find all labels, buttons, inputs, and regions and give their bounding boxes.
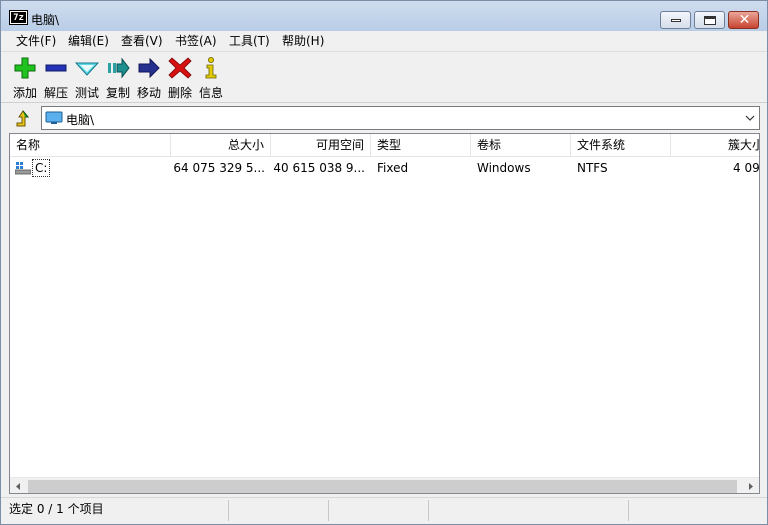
- scroll-left-icon[interactable]: [10, 478, 27, 494]
- menu-help[interactable]: 帮助(H): [280, 33, 326, 50]
- status-bar: 选定 0 / 1 个项目: [1, 497, 767, 524]
- extract-icon: [45, 64, 67, 72]
- cell-cluster-size: 4 09: [733, 161, 760, 175]
- column-header-total-size[interactable]: 总大小: [171, 134, 271, 157]
- menu-file[interactable]: 文件(F): [14, 33, 58, 50]
- cell-name: C:: [10, 158, 171, 179]
- menu-view[interactable]: 查看(V): [119, 33, 165, 50]
- address-row: 电脑\: [1, 105, 767, 131]
- menu-bookmarks[interactable]: 书签(A): [173, 33, 219, 50]
- test-icon: [75, 62, 99, 76]
- delete-icon: [168, 57, 192, 79]
- status-panel-3: [329, 500, 429, 521]
- toolbar: 添加 解压 测试 复制 移动 删除 信息: [1, 53, 767, 103]
- delete-button[interactable]: 删除: [165, 56, 195, 100]
- column-header-free-space[interactable]: 可用空间: [271, 134, 371, 157]
- close-button[interactable]: ✕: [728, 11, 759, 29]
- maximize-button[interactable]: [694, 11, 725, 29]
- status-panel-2: [229, 500, 329, 521]
- copy-icon: [108, 57, 130, 79]
- extract-label: 解压: [43, 86, 68, 100]
- move-label: 移动: [136, 86, 161, 100]
- list-header: 名称 总大小 可用空间 类型 卷标 文件系统 簇大小: [10, 134, 759, 157]
- address-path: 电脑\: [66, 113, 95, 127]
- status-selection: 选定 0 / 1 个项目: [1, 500, 229, 521]
- column-header-label[interactable]: 卷标: [471, 134, 571, 157]
- maximize-icon: [704, 16, 716, 25]
- cell-filesystem: NTFS: [577, 161, 608, 175]
- main-window: 7z 电脑\ ✕ 文件(F) 编辑(E) 查看(V) 书签(A) 工具(T) 帮…: [0, 0, 768, 525]
- file-list[interactable]: 名称 总大小 可用空间 类型 卷标 文件系统 簇大小 C: 64 075 329…: [9, 133, 760, 494]
- extract-button[interactable]: 解压: [41, 56, 71, 100]
- computer-icon: [45, 111, 63, 124]
- delete-label: 删除: [167, 86, 192, 100]
- minimize-button[interactable]: [660, 11, 691, 29]
- column-header-filesystem[interactable]: 文件系统: [571, 134, 671, 157]
- info-icon: [205, 57, 217, 79]
- table-row[interactable]: C: 64 075 329 5... 40 615 038 9... Fixed…: [10, 158, 760, 179]
- scroll-right-icon[interactable]: [742, 478, 759, 494]
- address-combobox[interactable]: 电脑\: [41, 106, 760, 130]
- column-header-name[interactable]: 名称: [10, 134, 171, 157]
- cell-type: Fixed: [377, 161, 409, 175]
- up-folder-button[interactable]: [11, 108, 33, 130]
- chevron-down-icon[interactable]: [743, 110, 757, 126]
- copy-label: 复制: [105, 86, 130, 100]
- app-icon: 7z: [9, 10, 28, 25]
- test-label: 测试: [74, 86, 99, 100]
- move-icon: [138, 57, 160, 79]
- drive-name: C:: [32, 159, 51, 177]
- move-button[interactable]: 移动: [134, 56, 164, 100]
- cell-total-size: 64 075 329 5...: [173, 161, 265, 175]
- info-button[interactable]: 信息: [196, 56, 226, 100]
- up-arrow-icon: [16, 110, 30, 127]
- add-button[interactable]: 添加: [10, 56, 40, 100]
- close-icon: ✕: [738, 12, 751, 28]
- cell-free-space: 40 615 038 9...: [273, 161, 365, 175]
- add-icon: [14, 57, 36, 79]
- test-button[interactable]: 测试: [72, 56, 102, 100]
- menu-bar: 文件(F) 编辑(E) 查看(V) 书签(A) 工具(T) 帮助(H): [1, 31, 767, 52]
- drive-icon: [15, 162, 31, 175]
- minimize-icon: [671, 19, 681, 22]
- menu-edit[interactable]: 编辑(E): [66, 33, 111, 50]
- window-title: 电脑\: [31, 13, 60, 27]
- status-panel-4: [429, 500, 629, 521]
- cell-label: Windows: [477, 161, 531, 175]
- menu-tools[interactable]: 工具(T): [227, 33, 272, 50]
- title-bar[interactable]: 7z 电脑\ ✕: [1, 1, 767, 31]
- add-label: 添加: [12, 86, 37, 100]
- scrollbar-thumb[interactable]: [28, 480, 737, 493]
- info-label: 信息: [198, 86, 223, 100]
- column-header-cluster-size[interactable]: 簇大小: [671, 134, 759, 157]
- horizontal-scrollbar[interactable]: [10, 477, 759, 494]
- column-header-type[interactable]: 类型: [371, 134, 471, 157]
- copy-button[interactable]: 复制: [103, 56, 133, 100]
